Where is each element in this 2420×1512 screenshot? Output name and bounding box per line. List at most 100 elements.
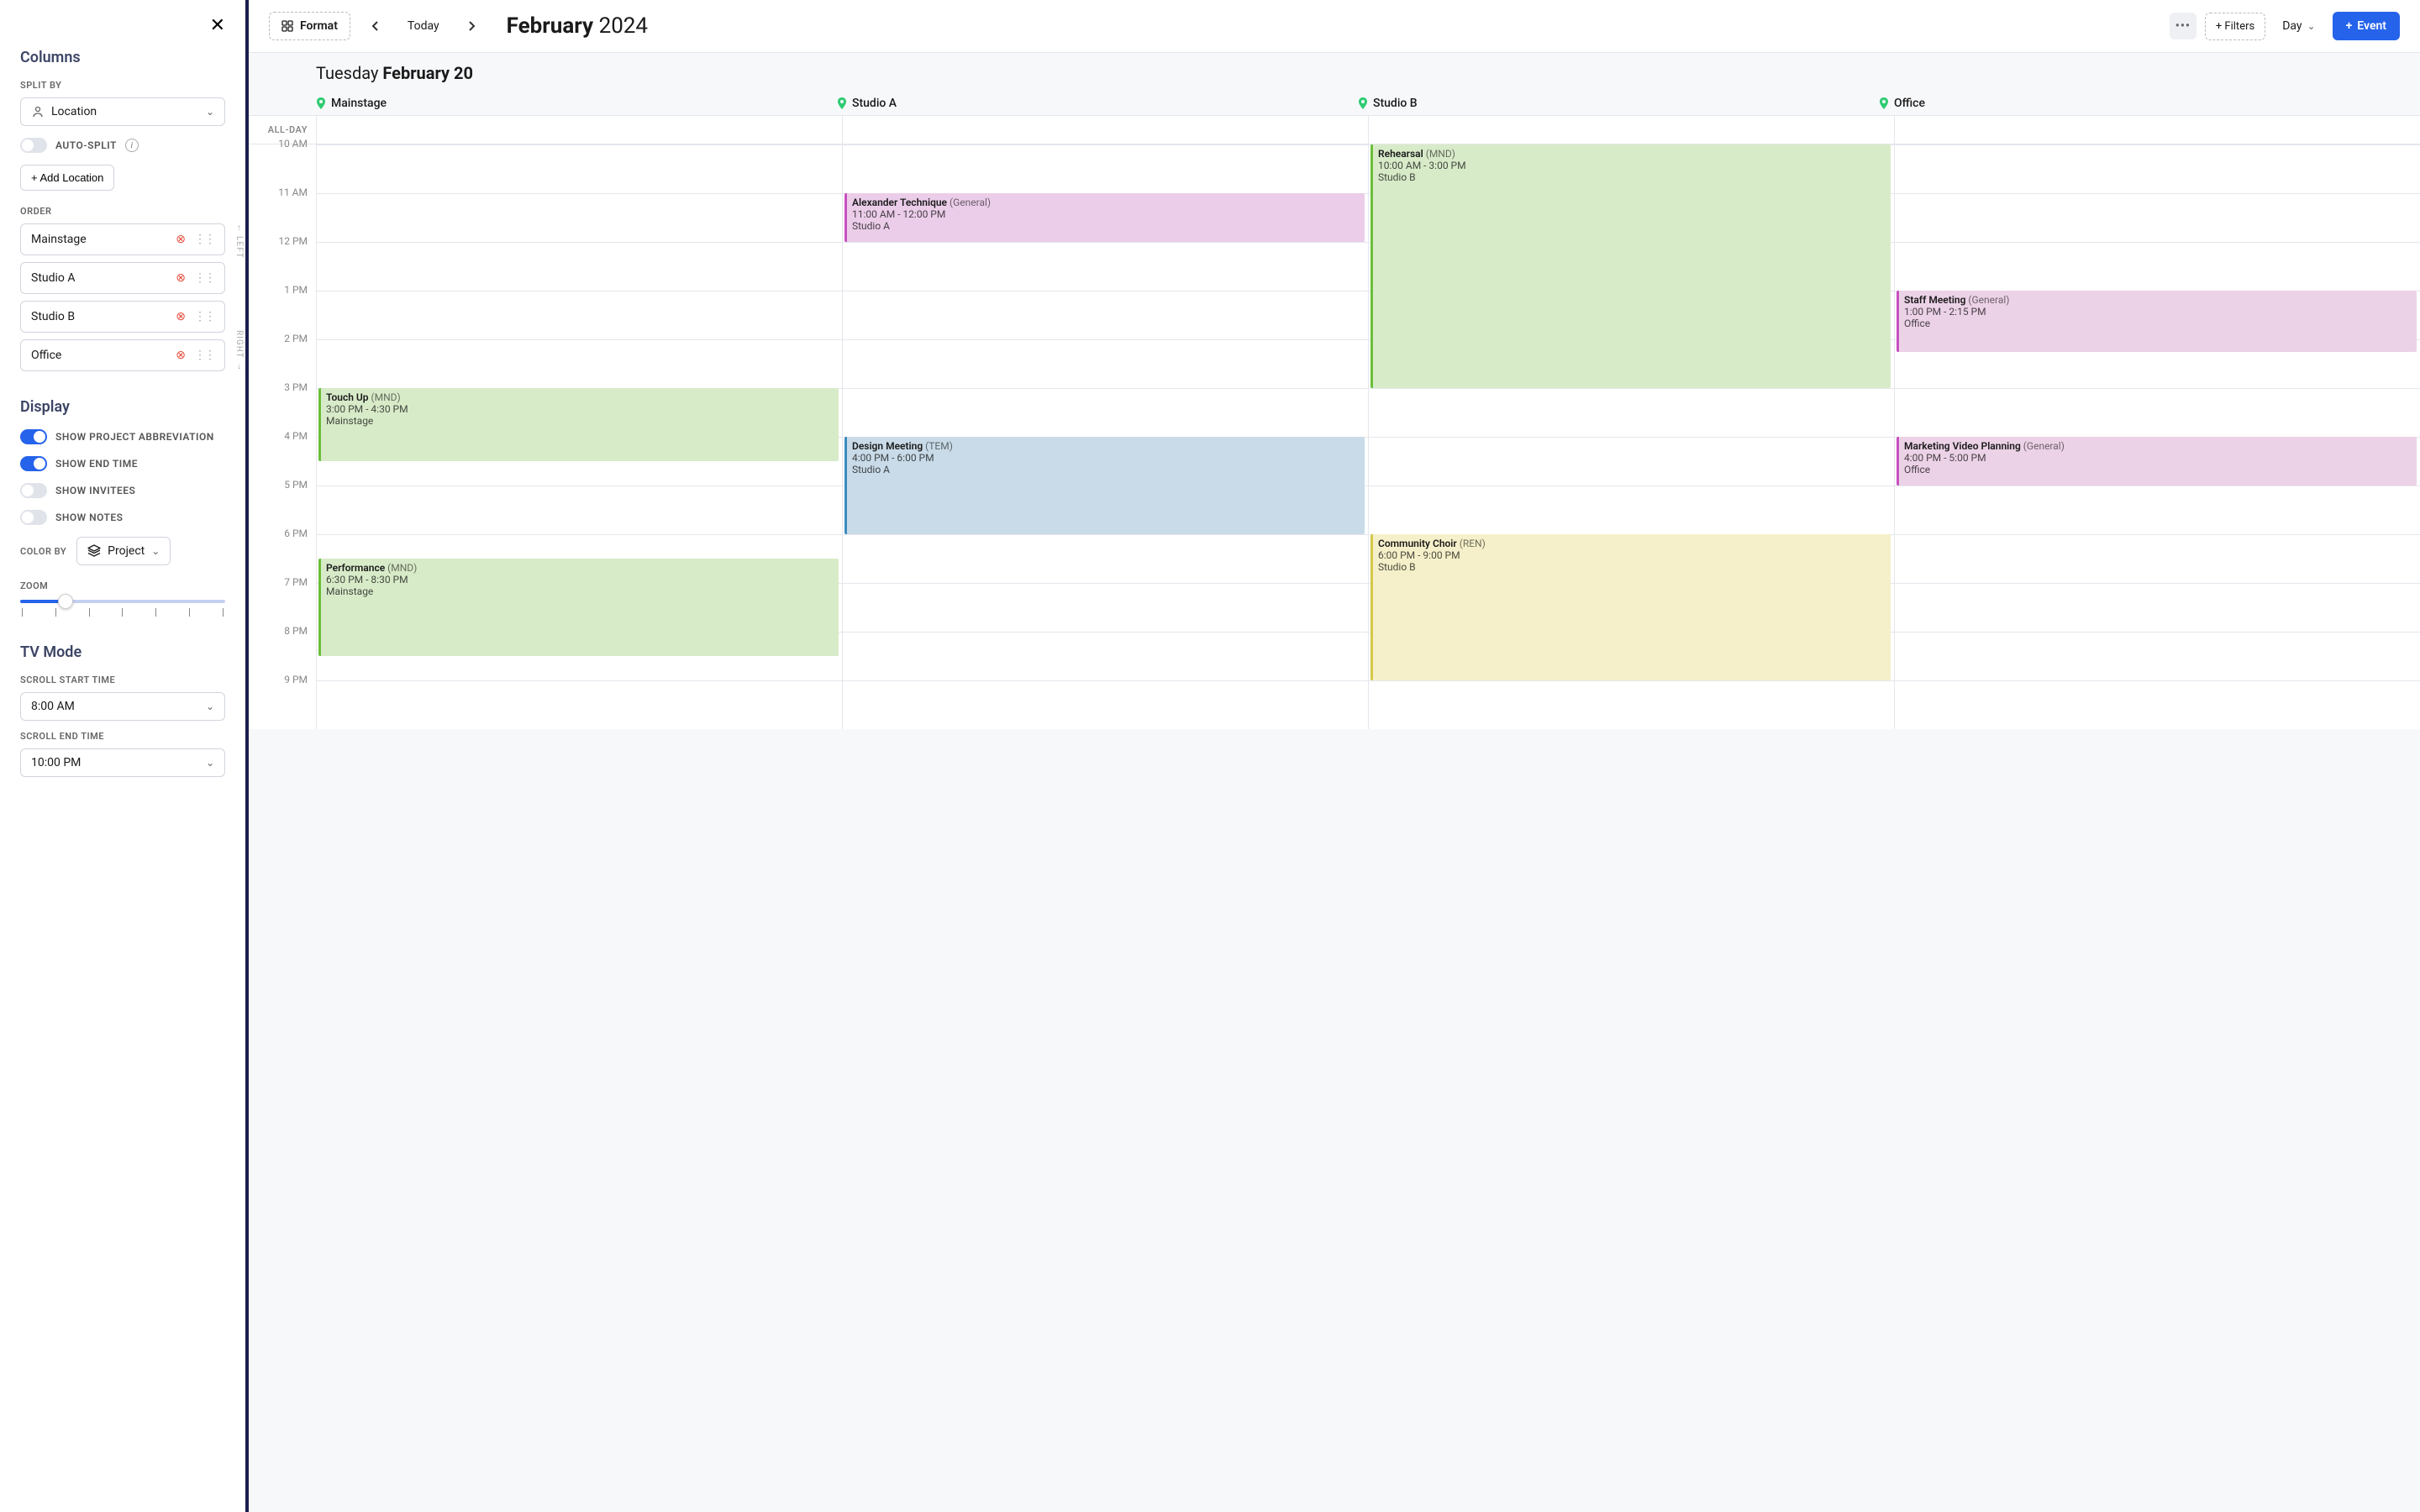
time-label: 4 PM (249, 430, 316, 479)
time-label: 1 PM (249, 284, 316, 333)
order-item-label: Studio A (31, 271, 76, 285)
drag-handle-icon[interactable]: ⋮⋮ (194, 233, 214, 246)
close-icon[interactable]: ✕ (210, 15, 225, 36)
next-button[interactable] (458, 13, 485, 39)
order-item-label: Office (31, 349, 61, 362)
time-label: 5 PM (249, 479, 316, 528)
info-icon[interactable]: i (125, 139, 139, 152)
event-title: Design Meeting (852, 440, 923, 452)
allday-cell[interactable] (1894, 116, 2420, 144)
event-location: Studio A (852, 464, 1360, 475)
event-title: Rehearsal (1378, 148, 1423, 160)
calendar-event[interactable]: Community Choir (REN) 6:00 PM - 9:00 PM … (1370, 534, 1891, 680)
color-by-select[interactable]: Project ⌄ (76, 537, 171, 565)
split-by-value: Location (51, 105, 97, 118)
event-time: 6:30 PM - 8:30 PM (326, 574, 834, 585)
calendar-event[interactable]: Rehearsal (MND) 10:00 AM - 3:00 PM Studi… (1370, 144, 1891, 388)
grid-column[interactable]: Staff Meeting (General) 1:00 PM - 2:15 P… (1894, 144, 2420, 729)
event-project: (General) (2023, 440, 2065, 452)
column-header: Mainstage (316, 92, 837, 115)
scroll-start-value: 8:00 AM (31, 700, 75, 713)
chevron-down-icon: ⌄ (2307, 20, 2316, 32)
event-title: Alexander Technique (852, 197, 947, 208)
view-select[interactable]: Day ⌄ (2274, 13, 2323, 39)
auto-split-toggle[interactable] (20, 138, 47, 153)
right-indicator: RIGHT↓ (234, 330, 244, 371)
month-title: February 2024 (507, 13, 648, 39)
event-project: (REN) (1460, 538, 1486, 549)
new-event-button[interactable]: + Event (2333, 12, 2400, 40)
remove-icon[interactable]: ⊗ (176, 310, 186, 323)
order-list: ↑LEFT RIGHT↓ Mainstage ⊗ ⋮⋮ Studio A ⊗ ⋮… (20, 223, 225, 371)
grid-column[interactable]: Alexander Technique (General) 11:00 AM -… (842, 144, 1368, 729)
time-label: 7 PM (249, 576, 316, 625)
split-by-select[interactable]: Location ⌄ (20, 97, 225, 126)
today-button[interactable]: Today (401, 14, 446, 38)
time-label: 11 AM (249, 186, 316, 235)
scroll-start-label: SCROLL START TIME (20, 675, 225, 685)
scroll-end-value: 10:00 PM (31, 756, 81, 769)
order-item[interactable]: Mainstage ⊗ ⋮⋮ (20, 223, 225, 255)
event-title: Touch Up (326, 391, 369, 403)
order-item[interactable]: Studio A ⊗ ⋮⋮ (20, 262, 225, 294)
chevron-down-icon: ⌄ (206, 701, 214, 712)
time-label: 8 PM (249, 625, 316, 674)
display-toggle[interactable] (20, 510, 47, 525)
settings-sidebar: ✕ Columns SPLIT BY Location ⌄ AUTO-SPLIT… (0, 0, 249, 1512)
plus-icon: + (2346, 19, 2353, 33)
column-header: Office (1879, 92, 2400, 115)
scroll-end-select[interactable]: 10:00 PM ⌄ (20, 748, 225, 777)
event-btn-label: Event (2357, 19, 2386, 33)
color-by-label: COLOR BY (20, 546, 66, 557)
event-project: (General) (950, 197, 991, 208)
calendar-event[interactable]: Marketing Video Planning (General) 4:00 … (1897, 437, 2417, 486)
event-title: Staff Meeting (1904, 294, 1965, 306)
grid-column[interactable]: Rehearsal (MND) 10:00 AM - 3:00 PM Studi… (1368, 144, 1894, 729)
zoom-slider[interactable] (20, 600, 225, 603)
add-location-button[interactable]: + Add Location (20, 165, 114, 191)
color-by-value: Project (108, 544, 145, 558)
zoom-label: ZOOM (20, 580, 225, 591)
time-label: 12 PM (249, 235, 316, 284)
filters-button[interactable]: + Filters (2205, 13, 2265, 40)
columns-heading: Columns (20, 49, 225, 66)
remove-icon[interactable]: ⊗ (176, 271, 186, 285)
display-toggle-label: SHOW NOTES (55, 512, 124, 523)
display-toggle-label: SHOW PROJECT ABBREVIATION (55, 431, 214, 443)
calendar-event[interactable]: Staff Meeting (General) 1:00 PM - 2:15 P… (1897, 291, 2417, 352)
allday-cell[interactable] (1368, 116, 1894, 144)
display-toggle[interactable] (20, 456, 47, 471)
drag-handle-icon[interactable]: ⋮⋮ (194, 349, 214, 362)
order-item-label: Studio B (31, 310, 75, 323)
event-location: Studio A (852, 220, 1360, 232)
display-toggle[interactable] (20, 429, 47, 444)
chevron-down-icon: ⌄ (206, 106, 214, 118)
drag-handle-icon[interactable]: ⋮⋮ (194, 310, 214, 323)
calendar-event[interactable]: Touch Up (MND) 3:00 PM - 4:30 PM Mainsta… (318, 388, 839, 461)
remove-icon[interactable]: ⊗ (176, 233, 186, 246)
allday-cell[interactable] (316, 116, 842, 144)
format-button[interactable]: Format (269, 12, 350, 40)
calendar-event[interactable]: Design Meeting (TEM) 4:00 PM - 6:00 PM S… (844, 437, 1365, 534)
calendar: Tuesday February 20 MainstageStudio AStu… (249, 52, 2420, 1512)
display-toggle[interactable] (20, 483, 47, 498)
grid-column[interactable]: Touch Up (MND) 3:00 PM - 4:30 PM Mainsta… (316, 144, 842, 729)
column-name: Studio B (1373, 97, 1418, 110)
left-indicator: ↑LEFT (234, 223, 244, 259)
event-project: (MND) (1426, 148, 1455, 160)
order-item[interactable]: Office ⊗ ⋮⋮ (20, 339, 225, 371)
allday-cell[interactable] (842, 116, 1368, 144)
display-toggle-label: SHOW INVITEES (55, 485, 135, 496)
column-header: Studio A (837, 92, 1358, 115)
drag-handle-icon[interactable]: ⋮⋮ (194, 271, 214, 285)
more-button[interactable]: ••• (2170, 13, 2196, 39)
order-item[interactable]: Studio B ⊗ ⋮⋮ (20, 301, 225, 333)
prev-button[interactable] (362, 13, 389, 39)
remove-icon[interactable]: ⊗ (176, 349, 186, 362)
scroll-start-select[interactable]: 8:00 AM ⌄ (20, 692, 225, 721)
calendar-event[interactable]: Alexander Technique (General) 11:00 AM -… (844, 193, 1365, 242)
calendar-event[interactable]: Performance (MND) 6:30 PM - 8:30 PM Main… (318, 559, 839, 656)
column-name: Studio A (852, 97, 897, 110)
time-label: 2 PM (249, 333, 316, 381)
chevron-down-icon: ⌄ (206, 757, 214, 769)
